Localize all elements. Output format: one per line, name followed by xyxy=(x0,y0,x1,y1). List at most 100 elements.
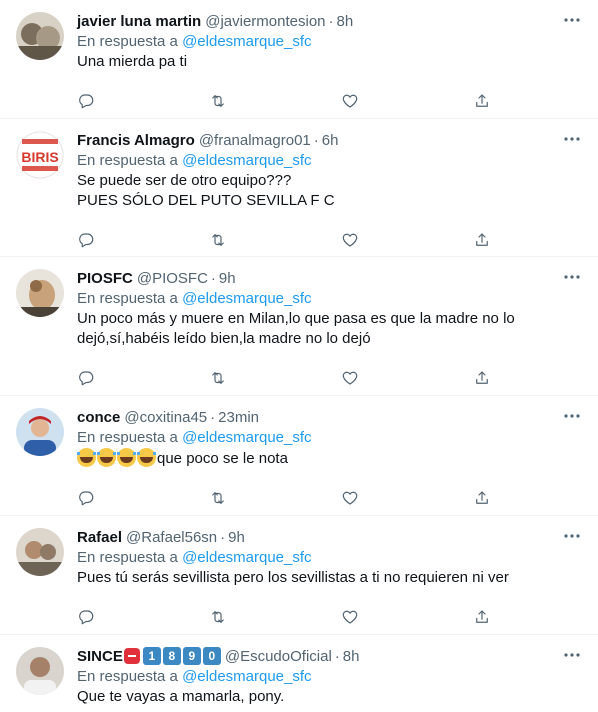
share-icon[interactable] xyxy=(472,607,492,627)
author-handle[interactable]: @coxitina45 xyxy=(124,409,207,426)
avatar[interactable] xyxy=(16,647,64,695)
timestamp[interactable]: 8h xyxy=(337,13,354,30)
like-icon[interactable] xyxy=(340,368,360,388)
tweet-card[interactable]: SINCE 1 8 9 0 @EscudoOficial · 8h En res… xyxy=(0,635,598,712)
mention-link[interactable]: @eldesmarque_sfc xyxy=(182,290,311,307)
share-icon[interactable] xyxy=(472,91,492,111)
reply-icon[interactable] xyxy=(76,368,96,388)
like-icon[interactable] xyxy=(340,91,360,111)
mention-link[interactable]: @eldesmarque_sfc xyxy=(182,668,311,685)
tweet-text: Una mierda pa ti xyxy=(77,52,582,72)
no-entry-emoji-icon xyxy=(123,648,140,664)
author-handle[interactable]: @EscudoOficial xyxy=(225,648,332,665)
author-name[interactable]: SINCE xyxy=(77,648,123,665)
replying-to-label: En respuesta a xyxy=(77,152,178,169)
more-icon[interactable] xyxy=(562,647,582,663)
author-name[interactable]: Rafael xyxy=(77,529,122,546)
tweet-text-line: dejó,sí,habéis leído bien,la madre no lo… xyxy=(77,330,371,347)
tweet-text: Que te vayas a mamarla, pony. xyxy=(77,687,582,707)
laughing-emoji-icon xyxy=(97,448,116,467)
avatar-logo-text: BIRIS xyxy=(21,149,58,165)
author-handle[interactable]: @javiermontesion xyxy=(205,13,325,30)
avatar[interactable] xyxy=(16,528,64,576)
tweet-text-line: Se puede ser de otro equipo??? xyxy=(77,172,292,189)
tweet-card[interactable]: BIRIS Francis Almagro @franalmagro01 · 6… xyxy=(0,119,598,257)
share-icon[interactable] xyxy=(472,230,492,250)
like-icon[interactable] xyxy=(340,488,360,508)
tweet-card[interactable]: PIOSFC @PIOSFC · 9h En respuesta a @elde… xyxy=(0,257,598,396)
keycap-digit: 9 xyxy=(182,647,201,665)
replying-to: En respuesta a @eldesmarque_sfc xyxy=(77,548,582,568)
timestamp[interactable]: 23min xyxy=(218,409,259,426)
replying-to-label: En respuesta a xyxy=(77,33,178,50)
separator-dot: · xyxy=(328,12,334,30)
like-icon[interactable] xyxy=(340,230,360,250)
tweet-text-span: que poco se le nota xyxy=(157,450,288,467)
mention-link[interactable]: @eldesmarque_sfc xyxy=(182,152,311,169)
tweet-card[interactable]: conce @coxitina45 · 23min En respuesta a… xyxy=(0,396,598,516)
more-icon[interactable] xyxy=(562,269,582,285)
mention-link[interactable]: @eldesmarque_sfc xyxy=(182,549,311,566)
reply-icon[interactable] xyxy=(76,607,96,627)
tweet-card[interactable]: javier luna martin @javiermontesion · 8h… xyxy=(0,0,598,119)
more-icon[interactable] xyxy=(562,131,582,147)
retweet-icon[interactable] xyxy=(208,91,228,111)
author-name[interactable]: PIOSFC xyxy=(77,270,133,287)
tweet-text-line: Pues tú serás sevillista pero los sevill… xyxy=(77,569,509,586)
reply-icon[interactable] xyxy=(76,230,96,250)
replying-to-label: En respuesta a xyxy=(77,668,178,685)
avatar[interactable] xyxy=(16,12,64,60)
tweet-text: Un poco más y muere en Milan,lo que pasa… xyxy=(77,309,582,349)
tweet-text-line: Una mierda pa ti xyxy=(77,53,188,70)
like-icon[interactable] xyxy=(340,607,360,627)
keycap-digit: 0 xyxy=(202,647,221,665)
mention-link[interactable]: @eldesmarque_sfc xyxy=(182,33,311,50)
reply-feed: javier luna martin @javiermontesion · 8h… xyxy=(0,0,598,712)
timestamp[interactable]: 8h xyxy=(343,648,360,665)
tweet-text-line: que poco se le nota xyxy=(77,448,582,469)
tweet-header: conce @coxitina45 · 23min xyxy=(77,406,582,428)
author-handle[interactable]: @franalmagro01 xyxy=(199,132,311,149)
tweet-actions xyxy=(76,597,492,637)
author-handle[interactable]: @Rafael56sn xyxy=(126,529,217,546)
more-icon[interactable] xyxy=(562,408,582,424)
replying-to: En respuesta a @eldesmarque_sfc xyxy=(77,32,582,52)
tweet-actions xyxy=(76,220,492,260)
avatar[interactable] xyxy=(16,408,64,456)
tweet-text-line: PUES SÓLO DEL PUTO SEVILLA F C xyxy=(77,192,335,209)
share-icon[interactable] xyxy=(472,368,492,388)
reply-icon[interactable] xyxy=(76,488,96,508)
timestamp[interactable]: 6h xyxy=(322,132,339,149)
replying-to: En respuesta a @eldesmarque_sfc xyxy=(77,151,582,171)
retweet-icon[interactable] xyxy=(208,368,228,388)
separator-dot: · xyxy=(334,647,340,665)
author-name[interactable]: javier luna martin xyxy=(77,13,201,30)
timestamp[interactable]: 9h xyxy=(228,529,245,546)
tweet-text: que poco se le nota xyxy=(77,448,582,469)
timestamp[interactable]: 9h xyxy=(219,270,236,287)
laughing-emoji-icon xyxy=(137,448,156,467)
more-icon[interactable] xyxy=(562,12,582,28)
separator-dot: · xyxy=(313,131,319,149)
tweet-header: Rafael @Rafael56sn · 9h xyxy=(77,526,582,548)
avatar[interactable]: BIRIS xyxy=(16,131,64,179)
replying-to: En respuesta a @eldesmarque_sfc xyxy=(77,289,582,309)
laughing-emoji-icon xyxy=(117,448,136,467)
replying-to-label: En respuesta a xyxy=(77,549,178,566)
tweet-actions xyxy=(76,358,492,398)
retweet-icon[interactable] xyxy=(208,230,228,250)
author-name[interactable]: Francis Almagro xyxy=(77,132,195,149)
tweet-actions xyxy=(76,478,492,518)
author-handle[interactable]: @PIOSFC xyxy=(137,270,208,287)
keycap-digit: 8 xyxy=(162,647,181,665)
mention-link[interactable]: @eldesmarque_sfc xyxy=(182,429,311,446)
author-name[interactable]: conce xyxy=(77,409,120,426)
retweet-icon[interactable] xyxy=(208,607,228,627)
avatar[interactable] xyxy=(16,269,64,317)
reply-icon[interactable] xyxy=(76,91,96,111)
more-icon[interactable] xyxy=(562,528,582,544)
retweet-icon[interactable] xyxy=(208,488,228,508)
tweet-card[interactable]: Rafael @Rafael56sn · 9h En respuesta a @… xyxy=(0,516,598,635)
tweet-header: PIOSFC @PIOSFC · 9h xyxy=(77,267,582,289)
share-icon[interactable] xyxy=(472,488,492,508)
